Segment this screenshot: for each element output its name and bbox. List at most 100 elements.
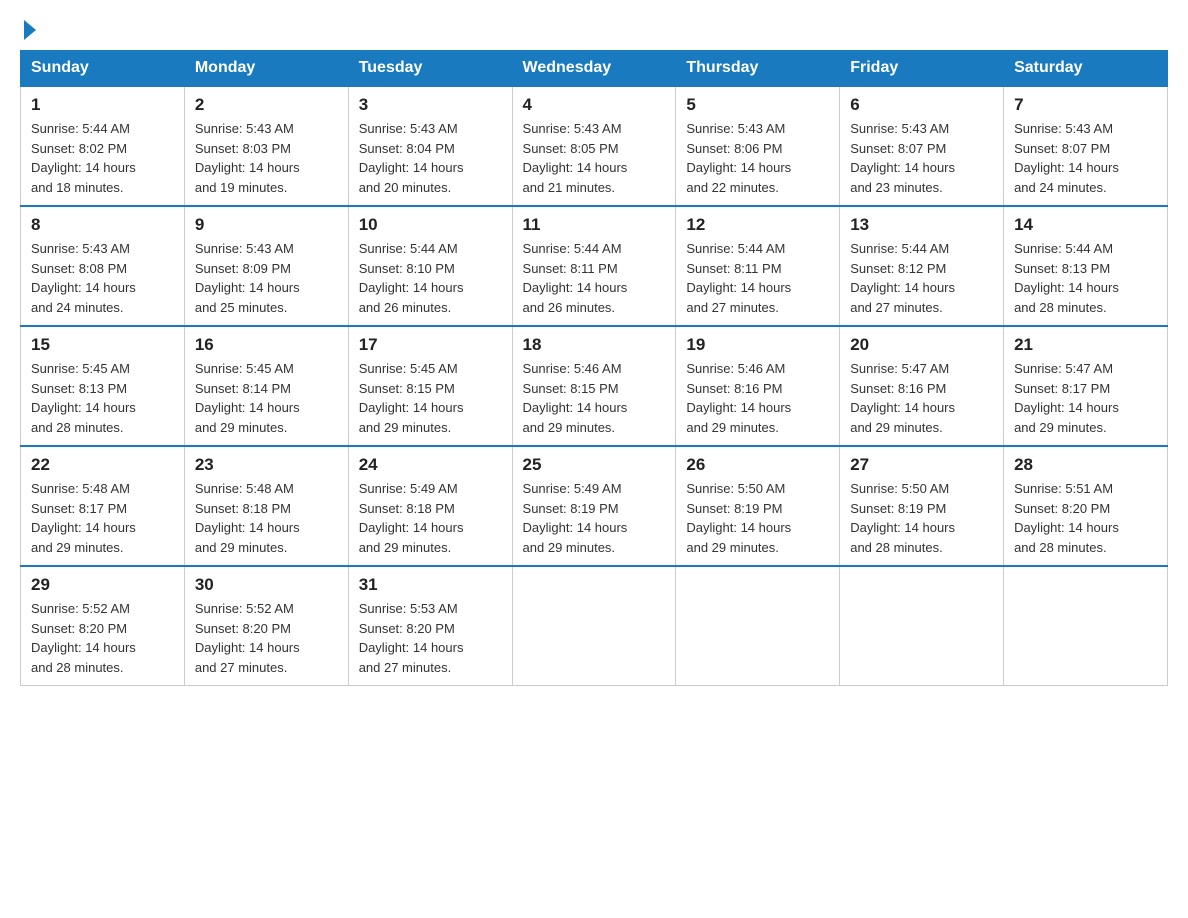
weekday-header-wednesday: Wednesday bbox=[512, 51, 676, 87]
day-info: Sunrise: 5:43 AMSunset: 8:07 PMDaylight:… bbox=[1014, 119, 1157, 197]
calendar-cell: 7 Sunrise: 5:43 AMSunset: 8:07 PMDaylight… bbox=[1004, 86, 1168, 206]
calendar-cell bbox=[676, 566, 840, 686]
calendar-cell bbox=[840, 566, 1004, 686]
day-info: Sunrise: 5:43 AMSunset: 8:04 PMDaylight:… bbox=[359, 119, 502, 197]
calendar-cell: 6 Sunrise: 5:43 AMSunset: 8:07 PMDaylight… bbox=[840, 86, 1004, 206]
day-info: Sunrise: 5:47 AMSunset: 8:16 PMDaylight:… bbox=[850, 359, 993, 437]
weekday-header-friday: Friday bbox=[840, 51, 1004, 87]
calendar-table: SundayMondayTuesdayWednesdayThursdayFrid… bbox=[20, 50, 1168, 686]
calendar-cell: 30 Sunrise: 5:52 AMSunset: 8:20 PMDayligh… bbox=[184, 566, 348, 686]
calendar-cell: 18 Sunrise: 5:46 AMSunset: 8:15 PMDayligh… bbox=[512, 326, 676, 446]
day-number: 28 bbox=[1014, 455, 1157, 475]
calendar-cell: 2 Sunrise: 5:43 AMSunset: 8:03 PMDaylight… bbox=[184, 86, 348, 206]
weekday-header-thursday: Thursday bbox=[676, 51, 840, 87]
day-number: 4 bbox=[523, 95, 666, 115]
calendar-cell: 15 Sunrise: 5:45 AMSunset: 8:13 PMDayligh… bbox=[21, 326, 185, 446]
calendar-cell bbox=[1004, 566, 1168, 686]
day-number: 2 bbox=[195, 95, 338, 115]
calendar-week-row: 1 Sunrise: 5:44 AMSunset: 8:02 PMDaylight… bbox=[21, 86, 1168, 206]
calendar-cell: 19 Sunrise: 5:46 AMSunset: 8:16 PMDayligh… bbox=[676, 326, 840, 446]
day-info: Sunrise: 5:44 AMSunset: 8:11 PMDaylight:… bbox=[686, 239, 829, 317]
day-number: 6 bbox=[850, 95, 993, 115]
day-number: 7 bbox=[1014, 95, 1157, 115]
day-number: 30 bbox=[195, 575, 338, 595]
calendar-cell: 20 Sunrise: 5:47 AMSunset: 8:16 PMDayligh… bbox=[840, 326, 1004, 446]
calendar-cell bbox=[512, 566, 676, 686]
calendar-cell: 27Sunrise: 5:50 AMSunset: 8:19 PMDayligh… bbox=[840, 446, 1004, 566]
logo bbox=[20, 20, 36, 40]
calendar-cell: 5Sunrise: 5:43 AMSunset: 8:06 PMDaylight… bbox=[676, 86, 840, 206]
day-number: 20 bbox=[850, 335, 993, 355]
day-number: 26 bbox=[686, 455, 829, 475]
day-info: Sunrise: 5:45 AMSunset: 8:13 PMDaylight:… bbox=[31, 359, 174, 437]
calendar-week-row: 29 Sunrise: 5:52 AMSunset: 8:20 PMDayligh… bbox=[21, 566, 1168, 686]
calendar-week-row: 15 Sunrise: 5:45 AMSunset: 8:13 PMDayligh… bbox=[21, 326, 1168, 446]
day-number: 13 bbox=[850, 215, 993, 235]
calendar-cell: 31 Sunrise: 5:53 AMSunset: 8:20 PMDayligh… bbox=[348, 566, 512, 686]
day-info: Sunrise: 5:45 AMSunset: 8:15 PMDaylight:… bbox=[359, 359, 502, 437]
day-number: 10 bbox=[359, 215, 502, 235]
day-info: Sunrise: 5:46 AMSunset: 8:15 PMDaylight:… bbox=[523, 359, 666, 437]
day-info: Sunrise: 5:43 AMSunset: 8:09 PMDaylight:… bbox=[195, 239, 338, 317]
calendar-cell: 29 Sunrise: 5:52 AMSunset: 8:20 PMDayligh… bbox=[21, 566, 185, 686]
day-info: Sunrise: 5:43 AMSunset: 8:05 PMDaylight:… bbox=[523, 119, 666, 197]
day-number: 18 bbox=[523, 335, 666, 355]
day-info: Sunrise: 5:48 AMSunset: 8:18 PMDaylight:… bbox=[195, 479, 338, 557]
day-number: 5 bbox=[686, 95, 829, 115]
weekday-header-monday: Monday bbox=[184, 51, 348, 87]
calendar-cell: 9 Sunrise: 5:43 AMSunset: 8:09 PMDaylight… bbox=[184, 206, 348, 326]
calendar-cell: 1 Sunrise: 5:44 AMSunset: 8:02 PMDaylight… bbox=[21, 86, 185, 206]
calendar-cell: 25Sunrise: 5:49 AMSunset: 8:19 PMDayligh… bbox=[512, 446, 676, 566]
calendar-cell: 13Sunrise: 5:44 AMSunset: 8:12 PMDayligh… bbox=[840, 206, 1004, 326]
day-info: Sunrise: 5:49 AMSunset: 8:19 PMDaylight:… bbox=[523, 479, 666, 557]
day-info: Sunrise: 5:45 AMSunset: 8:14 PMDaylight:… bbox=[195, 359, 338, 437]
day-info: Sunrise: 5:44 AMSunset: 8:11 PMDaylight:… bbox=[523, 239, 666, 317]
calendar-cell: 16Sunrise: 5:45 AMSunset: 8:14 PMDayligh… bbox=[184, 326, 348, 446]
day-info: Sunrise: 5:49 AMSunset: 8:18 PMDaylight:… bbox=[359, 479, 502, 557]
calendar-cell: 17 Sunrise: 5:45 AMSunset: 8:15 PMDayligh… bbox=[348, 326, 512, 446]
calendar-cell: 3Sunrise: 5:43 AMSunset: 8:04 PMDaylight… bbox=[348, 86, 512, 206]
day-number: 31 bbox=[359, 575, 502, 595]
day-info: Sunrise: 5:51 AMSunset: 8:20 PMDaylight:… bbox=[1014, 479, 1157, 557]
calendar-cell: 26 Sunrise: 5:50 AMSunset: 8:19 PMDayligh… bbox=[676, 446, 840, 566]
calendar-cell: 28 Sunrise: 5:51 AMSunset: 8:20 PMDayligh… bbox=[1004, 446, 1168, 566]
calendar-week-row: 8 Sunrise: 5:43 AMSunset: 8:08 PMDaylight… bbox=[21, 206, 1168, 326]
calendar-cell: 21Sunrise: 5:47 AMSunset: 8:17 PMDayligh… bbox=[1004, 326, 1168, 446]
day-info: Sunrise: 5:43 AMSunset: 8:07 PMDaylight:… bbox=[850, 119, 993, 197]
day-info: Sunrise: 5:52 AMSunset: 8:20 PMDaylight:… bbox=[31, 599, 174, 677]
day-info: Sunrise: 5:43 AMSunset: 8:03 PMDaylight:… bbox=[195, 119, 338, 197]
day-number: 21 bbox=[1014, 335, 1157, 355]
day-number: 19 bbox=[686, 335, 829, 355]
calendar-cell: 4 Sunrise: 5:43 AMSunset: 8:05 PMDaylight… bbox=[512, 86, 676, 206]
day-info: Sunrise: 5:52 AMSunset: 8:20 PMDaylight:… bbox=[195, 599, 338, 677]
logo-arrow-icon bbox=[24, 20, 36, 40]
day-info: Sunrise: 5:44 AMSunset: 8:13 PMDaylight:… bbox=[1014, 239, 1157, 317]
weekday-header-sunday: Sunday bbox=[21, 51, 185, 87]
calendar-cell: 23 Sunrise: 5:48 AMSunset: 8:18 PMDayligh… bbox=[184, 446, 348, 566]
day-number: 8 bbox=[31, 215, 174, 235]
day-number: 9 bbox=[195, 215, 338, 235]
day-info: Sunrise: 5:50 AMSunset: 8:19 PMDaylight:… bbox=[686, 479, 829, 557]
page-header bbox=[20, 20, 1168, 40]
weekday-header-tuesday: Tuesday bbox=[348, 51, 512, 87]
day-number: 29 bbox=[31, 575, 174, 595]
day-info: Sunrise: 5:46 AMSunset: 8:16 PMDaylight:… bbox=[686, 359, 829, 437]
day-number: 17 bbox=[359, 335, 502, 355]
calendar-cell: 11Sunrise: 5:44 AMSunset: 8:11 PMDayligh… bbox=[512, 206, 676, 326]
day-info: Sunrise: 5:43 AMSunset: 8:08 PMDaylight:… bbox=[31, 239, 174, 317]
calendar-cell: 14 Sunrise: 5:44 AMSunset: 8:13 PMDayligh… bbox=[1004, 206, 1168, 326]
weekday-header-row: SundayMondayTuesdayWednesdayThursdayFrid… bbox=[21, 51, 1168, 87]
day-info: Sunrise: 5:48 AMSunset: 8:17 PMDaylight:… bbox=[31, 479, 174, 557]
day-number: 23 bbox=[195, 455, 338, 475]
day-number: 1 bbox=[31, 95, 174, 115]
day-number: 22 bbox=[31, 455, 174, 475]
day-number: 27 bbox=[850, 455, 993, 475]
calendar-cell: 12 Sunrise: 5:44 AMSunset: 8:11 PMDayligh… bbox=[676, 206, 840, 326]
day-info: Sunrise: 5:53 AMSunset: 8:20 PMDaylight:… bbox=[359, 599, 502, 677]
day-number: 14 bbox=[1014, 215, 1157, 235]
calendar-cell: 22 Sunrise: 5:48 AMSunset: 8:17 PMDayligh… bbox=[21, 446, 185, 566]
day-number: 12 bbox=[686, 215, 829, 235]
day-number: 15 bbox=[31, 335, 174, 355]
day-info: Sunrise: 5:44 AMSunset: 8:02 PMDaylight:… bbox=[31, 119, 174, 197]
day-number: 24 bbox=[359, 455, 502, 475]
